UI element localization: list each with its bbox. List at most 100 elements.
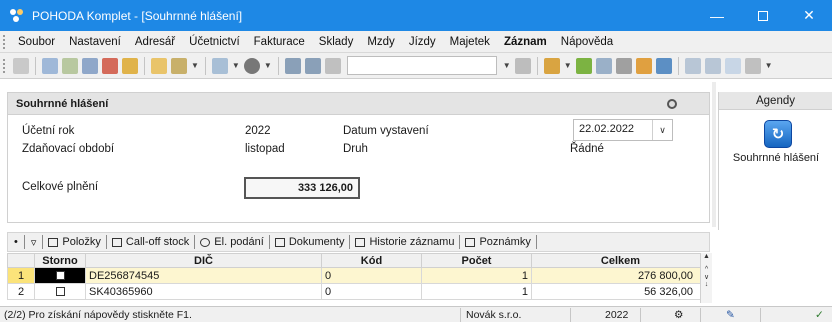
group-icon[interactable] [635,57,652,74]
column-header-storno[interactable]: Storno [34,253,86,268]
tab-historie-zaznamu[interactable]: Historie záznamu [350,235,461,249]
celkem-cell[interactable]: 276 800,00 [531,267,710,284]
items-grid: Storno DIČ Kód Počet Celkem 1 DE25687454… [7,253,710,300]
datum-vystaveni-field[interactable]: 22.02.2022 ∨ [573,119,673,141]
column-header-dic[interactable]: DIČ [85,253,322,268]
celkem-cell[interactable]: 56 326,00 [531,283,710,300]
column-header-kod[interactable]: Kód [321,253,422,268]
chevron-down-icon[interactable]: ▼ [264,61,272,70]
maximize-button[interactable] [740,0,786,31]
column-header-rownum[interactable] [7,253,35,268]
search-icon[interactable] [42,57,58,74]
tabs-pin-icon[interactable]: • [8,235,25,249]
agendy-title: Agendy [719,92,832,110]
scroll-down-icon[interactable]: ∨ [701,273,712,281]
pocet-cell[interactable]: 1 [421,283,532,300]
toolbar-separator [204,56,206,75]
menu-sklady[interactable]: Sklady [312,36,361,48]
scroll-bottom-icon[interactable]: ↓ [701,281,712,288]
table-row[interactable]: 1 DE256874545 0 1 276 800,00 [7,267,710,284]
help-icon[interactable] [744,57,761,74]
export-icon[interactable] [122,57,138,74]
save-icon[interactable] [284,57,301,74]
dic-cell[interactable]: DE256874545 [85,267,322,284]
back-arrow-icon[interactable] [211,57,228,74]
menu-grip[interactable] [3,34,11,49]
chevron-down-icon[interactable]: ▼ [765,61,773,70]
pen-icon[interactable]: ✎ [726,308,735,322]
tab-poznamky[interactable]: Poznámky [460,235,537,249]
pocet-cell[interactable]: 1 [421,267,532,284]
status-settings-icon[interactable]: ⚙ [674,308,683,322]
menu-soubor[interactable]: Soubor [11,36,62,48]
filter-tab-icon[interactable]: ▿ [25,235,44,249]
toolbar-separator [677,56,679,75]
menu-ucetnictvi[interactable]: Účetnictví [182,36,247,48]
zdanovaci-obdobi-label: Zdaňovací období [22,143,115,155]
menu-napoveda[interactable]: Nápověda [554,36,620,48]
column-header-celkem[interactable]: Celkem [531,253,710,268]
quick-search-combo[interactable] [346,56,497,75]
status-divider [640,308,641,322]
menu-adresar[interactable]: Adresář [128,36,182,48]
approve-icon[interactable] [171,57,187,74]
minimize-button[interactable]: — [694,0,740,31]
column-header-pocet[interactable]: Počet [421,253,532,268]
menu-nastaveni[interactable]: Nastavení [62,36,128,48]
chevron-down-icon[interactable]: ▼ [564,61,572,70]
check-icon[interactable]: ✓ [815,308,824,322]
scroll-up-icon[interactable]: ^ [701,266,712,273]
edit-icon[interactable] [151,57,167,74]
druh-value[interactable]: Řádné [570,143,604,155]
kod-cell[interactable]: 0 [321,267,422,284]
menu-mzdy[interactable]: Mzdy [360,36,401,48]
record-icon[interactable] [243,57,260,74]
tab-dokumenty[interactable]: Dokumenty [270,235,351,249]
toolbar-separator [536,56,538,75]
storno-checkbox-cell[interactable] [34,267,86,284]
tab-el-podani[interactable]: El. podání [195,235,270,249]
clear-filter-icon[interactable] [514,57,531,74]
window-icon[interactable] [704,57,721,74]
agendy-panel: Agendy ↻ Souhrnné hlášení [718,92,832,230]
table-row[interactable]: 2 SK40365960 0 1 56 326,00 [7,283,710,300]
save-as-icon[interactable] [304,57,321,74]
toolbar-grip[interactable] [3,58,11,73]
link-icon[interactable] [575,57,592,74]
print-preview-icon[interactable] [82,57,98,74]
new-record-icon[interactable] [13,57,29,74]
status-bar: (2/2) Pro získání nápovědy stiskněte F1.… [0,306,832,322]
menu-jizdy[interactable]: Jízdy [402,36,443,48]
dic-cell[interactable]: SK40365960 [85,283,322,300]
souhrnne-hlaseni-icon[interactable]: ↻ [764,120,792,148]
barcode-icon[interactable] [655,57,672,74]
chevron-down-icon[interactable]: ∨ [652,120,672,140]
table-icon[interactable] [595,57,612,74]
kod-cell[interactable]: 0 [321,283,422,300]
chevron-down-icon[interactable]: ▼ [503,61,511,70]
calculator-icon[interactable] [615,57,632,74]
close-button[interactable]: ✕ [786,0,832,31]
menu-zaznam[interactable]: Záznam [497,36,554,48]
tab-polozky[interactable]: Položky [43,235,107,249]
mail-icon[interactable] [543,57,560,74]
scroll-up-icon[interactable]: ▲ [701,253,712,260]
status-divider [460,308,461,322]
splitter[interactable] [712,82,716,227]
storno-checkbox[interactable] [55,271,65,281]
storno-checkbox-cell[interactable] [34,283,86,300]
chevron-down-icon[interactable]: ▼ [232,61,240,70]
agendy-item-label[interactable]: Souhrnné hlášení [719,152,832,164]
row-number: 2 [7,283,35,300]
grid-vertical-scrollbar[interactable]: ▲ ^ ∨ ↓ [700,253,712,303]
tab-call-off-stock[interactable]: Call-off stock [107,235,196,249]
chevron-down-icon[interactable]: ▼ [191,61,199,70]
menu-majetek[interactable]: Majetek [443,36,497,48]
window-icon[interactable] [684,57,701,74]
filter-icon[interactable] [62,57,78,74]
comment-icon[interactable] [724,57,741,74]
menu-fakturace[interactable]: Fakturace [247,36,312,48]
print-icon[interactable] [102,57,118,74]
storno-checkbox[interactable] [55,287,65,297]
copy-icon[interactable] [324,57,341,74]
